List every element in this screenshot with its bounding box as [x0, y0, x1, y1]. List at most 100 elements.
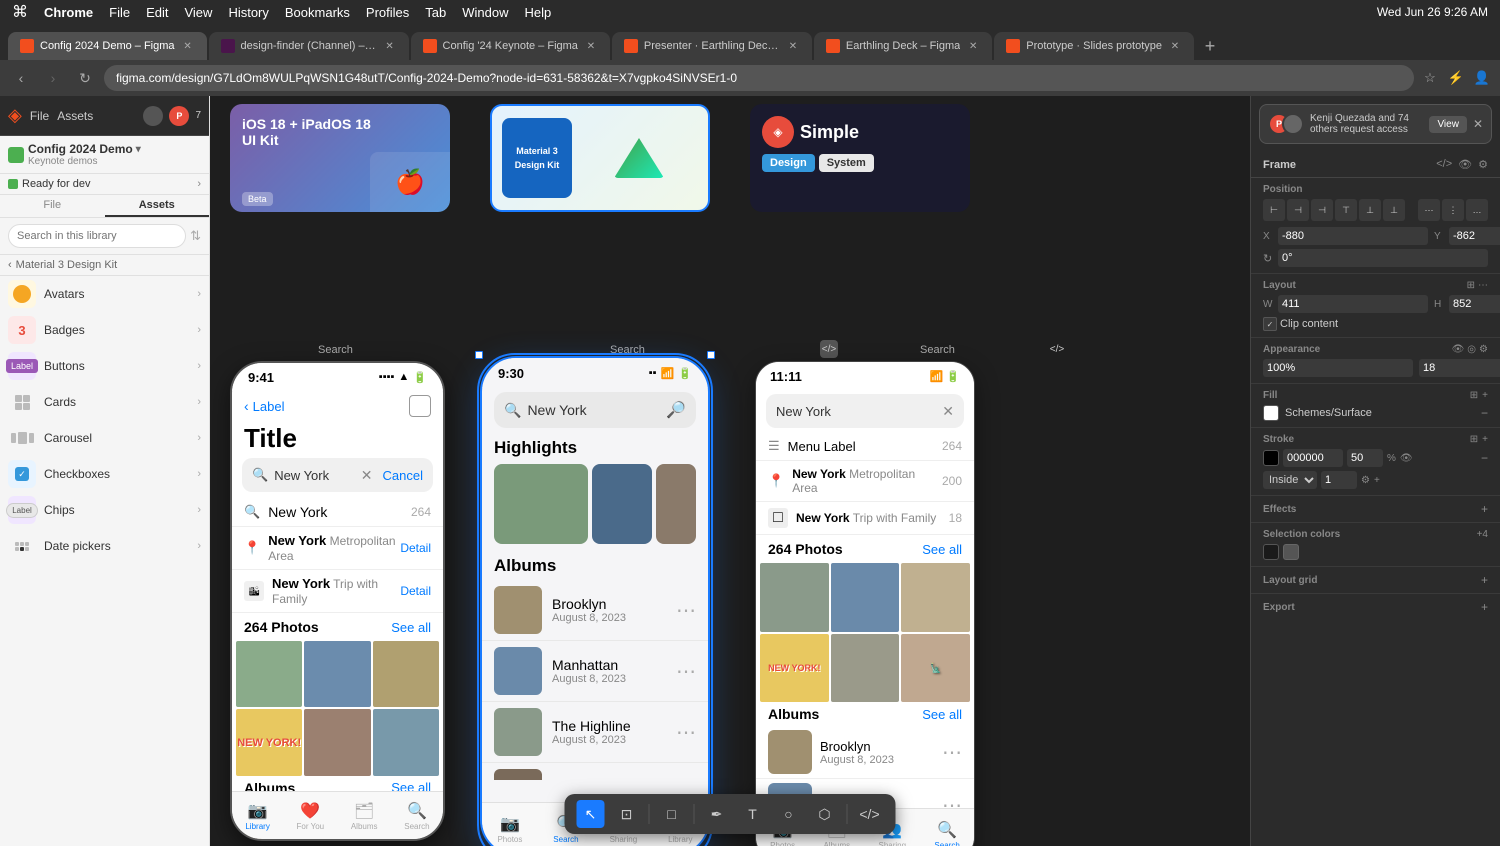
notif-close-icon[interactable]: ✕ [1473, 117, 1483, 131]
swatch-black[interactable] [1263, 544, 1279, 560]
more-align[interactable]: … [1466, 199, 1488, 221]
simple-thumbnail-card[interactable]: ◈ Simple Design System [750, 104, 970, 212]
tab-keynote[interactable]: Config '24 Keynote – Figma ✕ [411, 32, 610, 60]
w-input[interactable] [1278, 295, 1428, 313]
help-menu-item[interactable]: Help [525, 5, 552, 20]
left-phone-back[interactable]: ‹ Label [232, 391, 443, 421]
opacity-input[interactable] [1263, 359, 1413, 377]
stroke-plus-btn[interactable]: + [1374, 475, 1380, 486]
apple-icon[interactable]: ⌘ [12, 2, 28, 22]
edit-menu-item[interactable]: Edit [146, 5, 168, 20]
sidebar-item-cards[interactable]: Cards › [0, 384, 209, 420]
pen-tool[interactable]: ✒ [703, 800, 731, 828]
appearance-eye2-icon[interactable]: ◎ [1467, 344, 1476, 355]
detail-link2[interactable]: Detail [400, 584, 431, 598]
mid-album-arm[interactable]: The Arm August 8, 2023 ⋯ [482, 763, 708, 780]
assets-menu-btn[interactable]: Assets [57, 109, 93, 123]
file-menu-btn[interactable]: File [30, 109, 49, 123]
mid-search-bar[interactable]: 🔍 New York 🔎 [494, 392, 696, 428]
window-menu-item[interactable]: Window [462, 5, 508, 20]
history-menu-item[interactable]: History [228, 5, 268, 20]
tab-close-button[interactable]: ✕ [1168, 39, 1182, 53]
stroke-width-input[interactable] [1321, 471, 1357, 489]
frame-code-icon[interactable]: </> [1436, 158, 1452, 171]
shape-tool[interactable]: □ [658, 800, 686, 828]
tab-menu-item[interactable]: Tab [425, 5, 446, 20]
clip-content-row[interactable]: ✓ Clip content [1263, 317, 1488, 331]
export-add-btn[interactable]: + [1481, 600, 1488, 614]
bookmark-icon[interactable]: ☆ [1420, 68, 1440, 88]
appearance-more-icon[interactable]: ⚙ [1479, 344, 1488, 355]
polygon-tool[interactable]: ⬡ [811, 800, 839, 828]
tab-for-you[interactable]: ❤️ For You [297, 801, 325, 831]
brooklyn-more[interactable]: ⋯ [676, 598, 696, 623]
fill-color-swatch[interactable] [1263, 405, 1279, 421]
library-search-input[interactable] [8, 224, 186, 248]
layout-settings-icon[interactable]: ⋯ [1478, 280, 1488, 291]
profiles-menu-item[interactable]: Profiles [366, 5, 409, 20]
tab-close-button[interactable]: ✕ [584, 39, 598, 53]
h-input[interactable] [1449, 295, 1500, 313]
sidebar-item-chips[interactable]: Label Chips › [0, 492, 209, 528]
right-search-bar[interactable]: New York ✕ [766, 394, 964, 428]
mid-tab-photos[interactable]: 📷 Photos [497, 814, 522, 844]
mid-search-btn[interactable]: 🔎 [666, 400, 686, 420]
tab-config-demo[interactable]: Config 2024 Demo – Figma ✕ [8, 32, 207, 60]
main-canvas[interactable]: iOS 18 + iPadOS 18 UI Kit Beta 🍎 Materia… [210, 96, 1250, 846]
project-name[interactable]: Config 2024 Demo ▾ [28, 142, 141, 156]
distribute-h[interactable]: ⋯ [1418, 199, 1440, 221]
align-bottom[interactable]: ⊥ [1383, 199, 1405, 221]
edit-icon-label2[interactable]: </> [820, 340, 838, 358]
mid-album-highline[interactable]: The Highline August 8, 2023 ⋯ [482, 702, 708, 763]
right-location-result[interactable]: 📍 New York Metropolitan Area 200 [756, 461, 974, 502]
manhattan-more[interactable]: ⋯ [676, 659, 696, 684]
select-icon[interactable] [409, 395, 431, 417]
ios-thumbnail-card[interactable]: iOS 18 + iPadOS 18 UI Kit Beta 🍎 [230, 104, 450, 212]
stroke-color-swatch[interactable] [1263, 450, 1279, 466]
effects-add-btn[interactable]: + [1481, 502, 1488, 516]
fill-minus-btn[interactable]: − [1481, 406, 1488, 420]
stroke-eye-icon[interactable]: 👁 [1400, 453, 1413, 464]
sidebar-item-checkboxes[interactable]: ✓ Checkboxes › [0, 456, 209, 492]
right-brooklyn-row[interactable]: Brooklyn August 8, 2023 ⋯ [756, 726, 974, 779]
stroke-color-input[interactable] [1283, 449, 1343, 467]
fill-add-icon[interactable]: + [1482, 390, 1488, 401]
forward-button[interactable]: › [40, 65, 66, 91]
stroke-grid-icon[interactable]: ⊞ [1470, 434, 1478, 445]
view-menu-item[interactable]: View [184, 5, 212, 20]
align-middle-v[interactable]: ⊥ [1359, 199, 1381, 221]
notif-view-btn[interactable]: View [1429, 116, 1467, 133]
stroke-opacity-input[interactable] [1347, 449, 1383, 467]
search-result-ny[interactable]: 🔍 New York 264 [232, 498, 443, 527]
clip-checkbox[interactable]: ✓ [1263, 317, 1277, 331]
tab-albums[interactable]: 🗂 Albums [351, 801, 378, 831]
chrome-menu-item[interactable]: Chrome [44, 5, 93, 20]
sidebar-item-date-pickers[interactable]: Date pickers › [0, 528, 209, 564]
bookmarks-menu-item[interactable]: Bookmarks [285, 5, 350, 20]
sidebar-item-avatars[interactable]: Avatars › [0, 276, 209, 312]
search-result-metro[interactable]: 📍 New York Metropolitan Area Detail [232, 527, 443, 570]
distribute-v[interactable]: ⋮ [1442, 199, 1464, 221]
sidebar-item-badges[interactable]: 3 Badges › [0, 312, 209, 348]
mid-album-manhattan[interactable]: Manhattan August 8, 2023 ⋯ [482, 641, 708, 702]
search-result-trip[interactable]: 🏙 New York Trip with Family Detail [232, 570, 443, 613]
tab-close-button[interactable]: ✕ [786, 39, 800, 53]
right-clear-icon[interactable]: ✕ [942, 403, 954, 420]
tab-library[interactable]: 📷 Library [245, 801, 269, 831]
right-brooklyn-more[interactable]: ⋯ [942, 740, 962, 765]
tab-close-button[interactable]: ✕ [181, 39, 195, 53]
address-input[interactable] [104, 65, 1414, 91]
layout-grid-icon[interactable]: ⊞ [1467, 280, 1475, 291]
see-all-btn[interactable]: See all [391, 620, 431, 635]
tab-close-button[interactable]: ✕ [383, 39, 397, 53]
stroke-add-icon[interactable]: + [1482, 434, 1488, 445]
align-right[interactable]: ⊣ [1311, 199, 1333, 221]
align-left[interactable]: ⊢ [1263, 199, 1285, 221]
profile-icon[interactable]: 👤 [1472, 68, 1492, 88]
cancel-button[interactable]: Cancel [383, 468, 423, 483]
sidebar-item-buttons[interactable]: Label Buttons › [0, 348, 209, 384]
frame-tool[interactable]: ⊡ [613, 800, 641, 828]
tab-close-button[interactable]: ✕ [966, 39, 980, 53]
text-tool[interactable]: T [739, 800, 767, 828]
align-top[interactable]: ⊤ [1335, 199, 1357, 221]
